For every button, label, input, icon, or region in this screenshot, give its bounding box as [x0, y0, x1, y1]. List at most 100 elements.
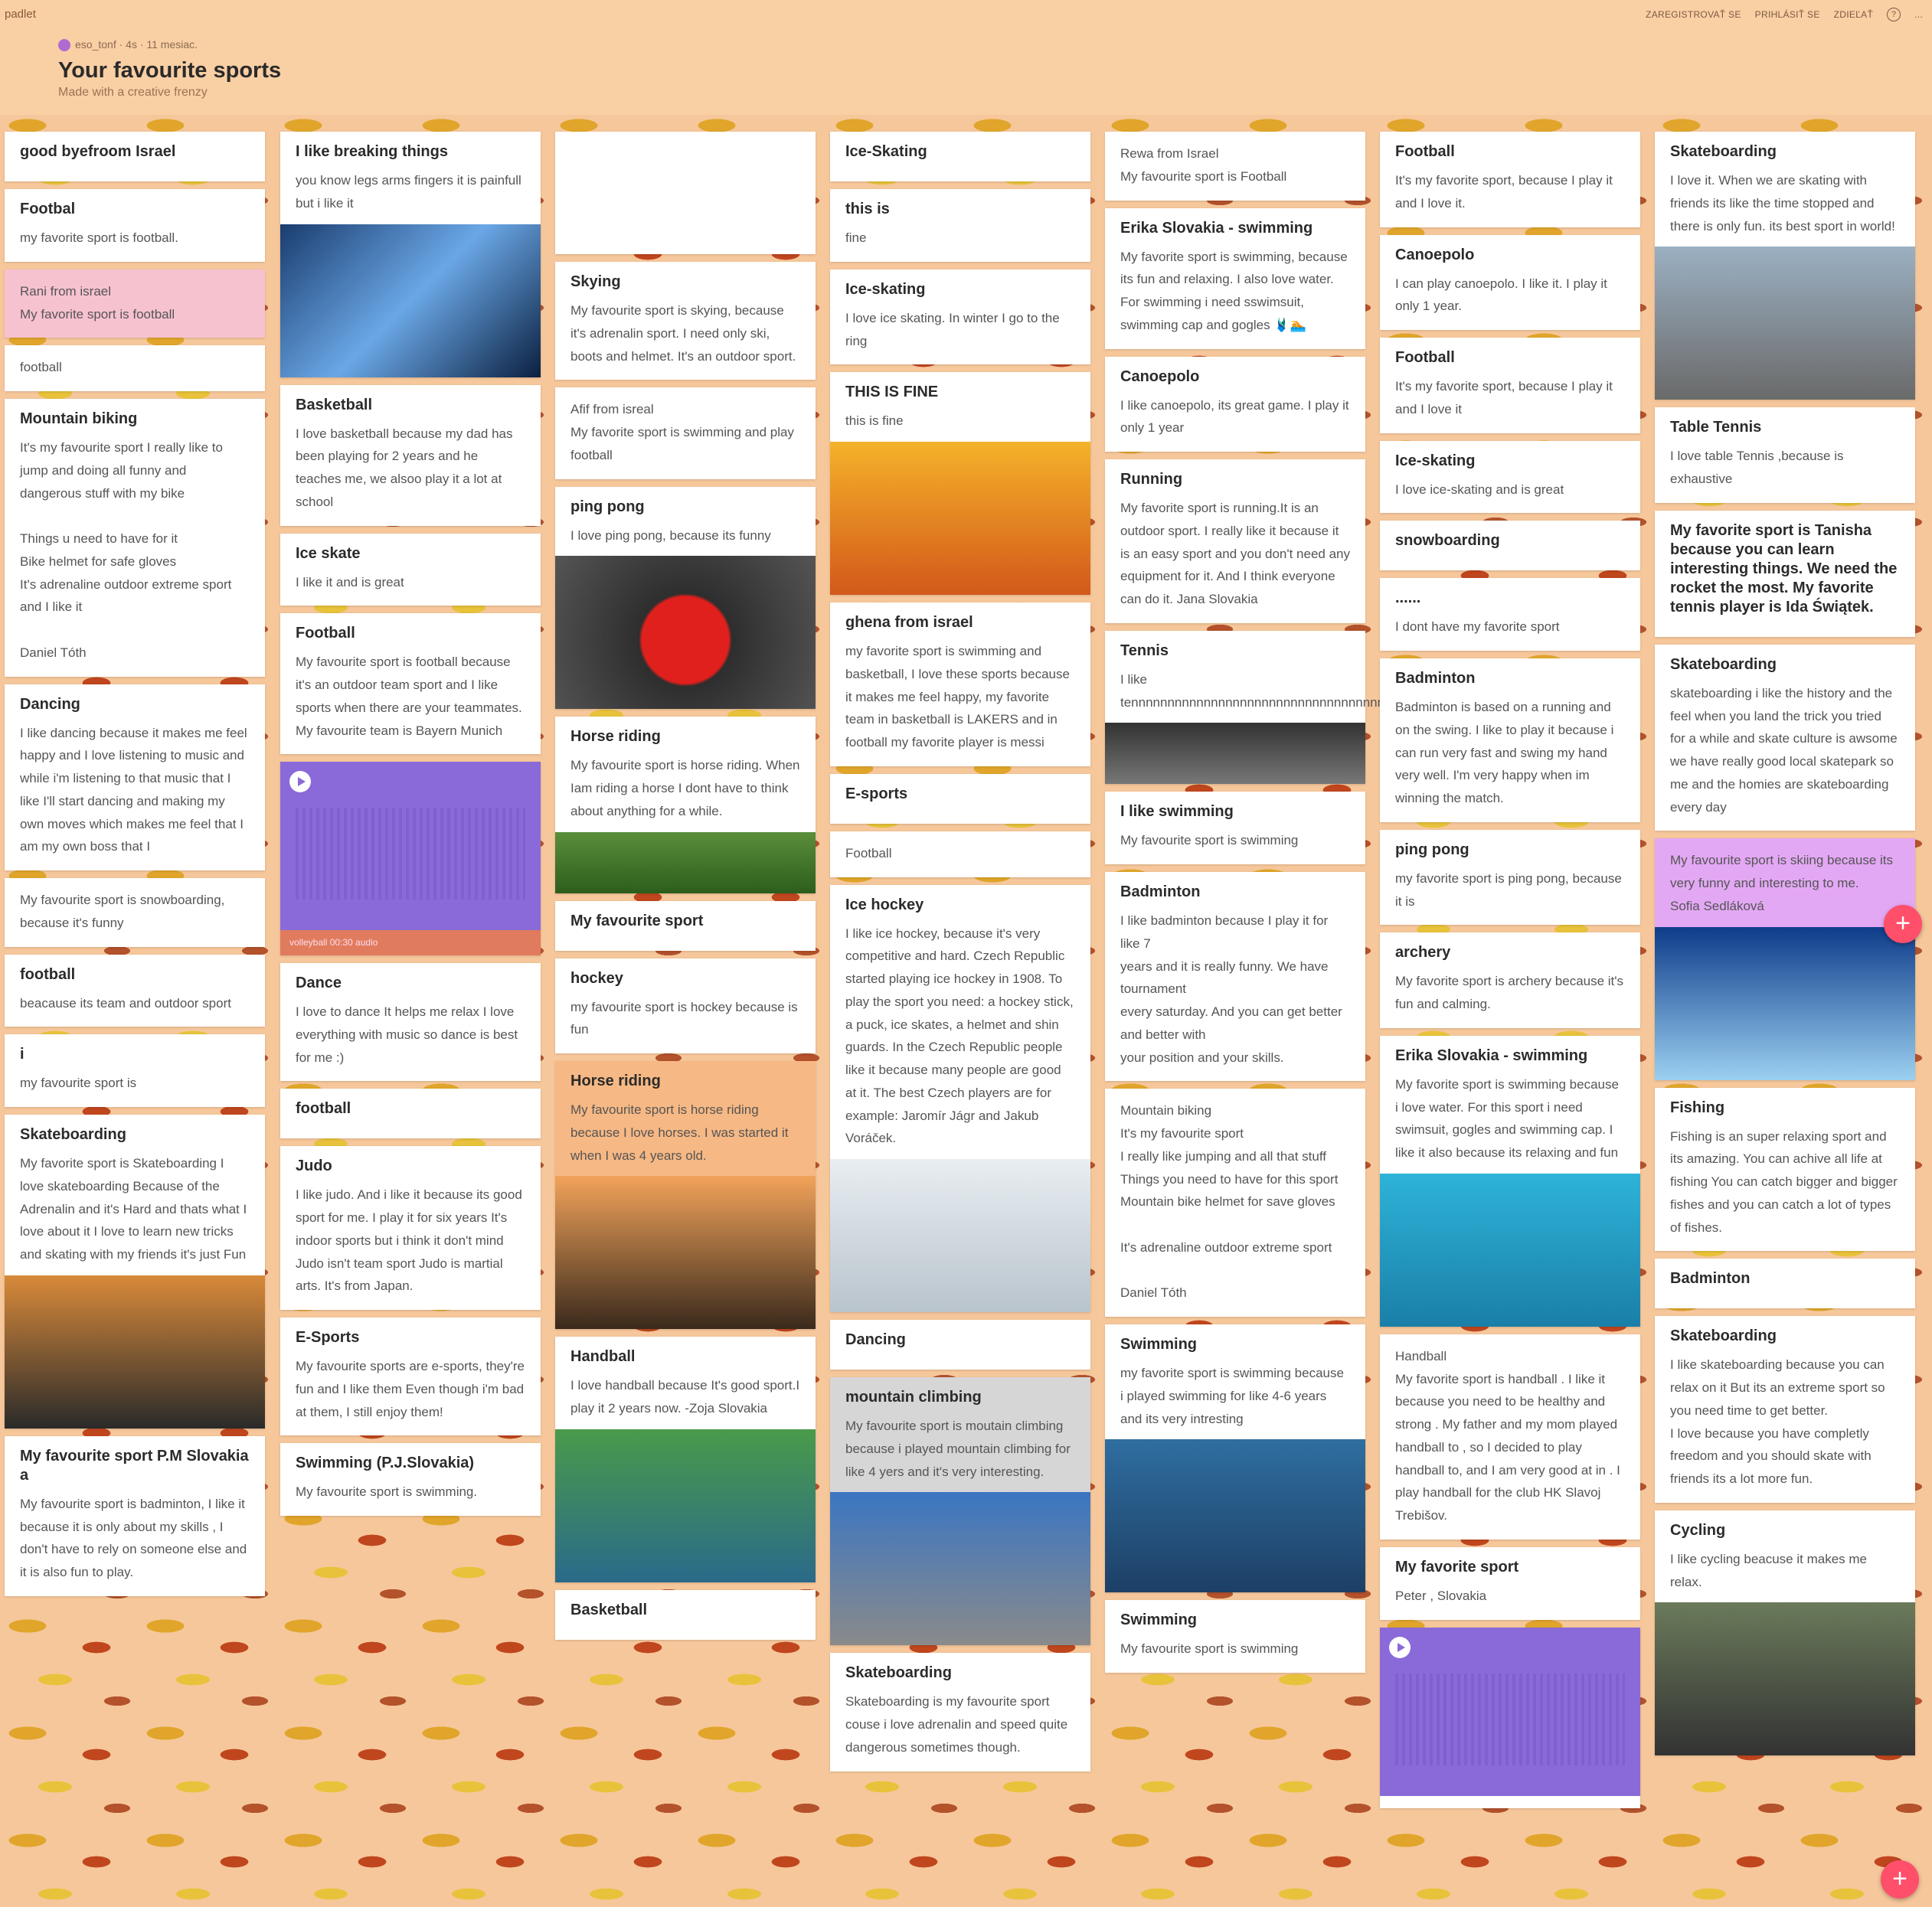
post-card[interactable]: Football My favourite sport is football b… — [280, 613, 541, 755]
post-image[interactable] — [830, 1159, 1090, 1312]
post-card[interactable]: good byefroom Israel — [5, 132, 265, 181]
post-image[interactable] — [1105, 723, 1365, 785]
post-card[interactable]: Erika Slovakia - swimming My favorite spo… — [1105, 207, 1365, 349]
post-card[interactable]: Skateboarding skateboarding i like the hi… — [1655, 644, 1915, 831]
login-link[interactable]: PRIHLÁSIŤ SE — [1755, 9, 1820, 20]
post-card[interactable]: football — [5, 345, 265, 391]
post-card[interactable]: My favourite sport is skiing because its… — [1655, 838, 1915, 1080]
post-card[interactable]: E-Sports My favourite sports are e-sports… — [280, 1318, 541, 1436]
post-card[interactable]: Handball I love handball because It's goo… — [555, 1337, 816, 1582]
post-card[interactable]: Skateboarding My favorite sport is Skateb… — [5, 1115, 265, 1429]
post-image[interactable] — [830, 1492, 1090, 1646]
post-card[interactable]: snowboarding — [1380, 521, 1640, 571]
post-card[interactable]: Skying My favourite sport is skying, beca… — [555, 262, 816, 380]
padlet-logo[interactable]: padlet — [5, 8, 36, 21]
post-image[interactable] — [280, 224, 541, 377]
post-card[interactable]: Ice hockey I like ice hockey, because it'… — [830, 884, 1090, 1312]
post-image[interactable] — [555, 831, 816, 893]
post-card[interactable]: Footbal my favorite sport is football. — [5, 189, 265, 262]
post-card[interactable]: Rani from israel My favorite sport is fo… — [5, 269, 265, 338]
post-card[interactable]: Dance I love to dance It helps me relax I… — [280, 963, 541, 1082]
post-card[interactable]: My favorite sport is Tanisha because you… — [1655, 510, 1915, 637]
help-icon[interactable]: ? — [1887, 8, 1901, 21]
post-card[interactable]: Swimming My favourite sport is swimming — [1105, 1600, 1365, 1673]
post-card[interactable]: My favourite sport P.M Slovakia a My favo… — [5, 1435, 265, 1596]
post-card[interactable]: Canoepolo I can play canoepolo. I like it… — [1380, 234, 1640, 330]
post-card[interactable]: Table Tennis I love table Tennis ,because… — [1655, 407, 1915, 503]
post-card[interactable]: Football — [830, 831, 1090, 877]
post-card[interactable]: Fishing Fishing is an super relaxing spor… — [1655, 1087, 1915, 1252]
post-card[interactable]: Basketball — [555, 1589, 816, 1640]
play-icon[interactable] — [289, 771, 311, 793]
post-card[interactable]: ping pong I love ping pong, because its f… — [555, 486, 816, 710]
post-card[interactable]: Afif from isreal My favorite sport is sw… — [555, 387, 816, 479]
post-card[interactable]: E-sports — [830, 773, 1090, 824]
more-icon[interactable]: ... — [1914, 9, 1923, 20]
post-card[interactable]: Handball My favorite sport is handball .… — [1380, 1334, 1640, 1540]
post-card[interactable]: hockey my favourite sport is hockey becau… — [555, 958, 816, 1053]
post-image[interactable] — [555, 1176, 816, 1330]
post-card[interactable]: Mountain biking It's my favourite sport I… — [5, 399, 265, 677]
post-card[interactable]: this is fine — [830, 189, 1090, 262]
post-image[interactable] — [555, 556, 816, 710]
post-card[interactable]: football beacause its team and outdoor sp… — [5, 954, 265, 1027]
post-card[interactable]: THIS IS FINE this is fine — [830, 372, 1090, 595]
post-card[interactable]: I like breaking things you know legs arms… — [280, 132, 541, 377]
add-post-button-bottom[interactable]: + — [1881, 1860, 1919, 1899]
share-link[interactable]: ZDIEĽAŤ — [1834, 9, 1873, 20]
post-card[interactable]: Ice-skating I love ice skating. In winter… — [830, 269, 1090, 365]
post-card[interactable]: Badminton Badminton is based on a running… — [1380, 658, 1640, 822]
post-card[interactable]: Swimming my favorite sport is swimming be… — [1105, 1324, 1365, 1593]
post-card[interactable]: Ice-Skating — [830, 132, 1090, 181]
post-card[interactable]: Badminton I like badminton because I play… — [1105, 872, 1365, 1082]
post-card[interactable]: I like swimming My favourite sport is swi… — [1105, 792, 1365, 864]
post-card[interactable] — [1380, 1627, 1640, 1808]
post-image[interactable] — [1105, 1439, 1365, 1593]
post-card[interactable]: volleyball 00:30 audio — [280, 762, 541, 956]
post-card[interactable]: Football It's my favorite sport, because … — [1380, 338, 1640, 433]
post-card[interactable]: Horse riding My favourite sport is horse … — [555, 717, 816, 893]
post-card[interactable]: ghena from israel my favorite sport is sw… — [830, 602, 1090, 766]
post-card[interactable]: football — [280, 1089, 541, 1139]
post-card[interactable]: My favorite sport Peter , Slovakia — [1380, 1546, 1640, 1620]
post-card[interactable]: Running My favorite sport is running.It i… — [1105, 459, 1365, 623]
post-card[interactable]: Rewa from Israel My favourite sport is F… — [1105, 132, 1365, 201]
post-image[interactable] — [555, 1429, 816, 1582]
post-card[interactable]: Dancing I like dancing because it makes m… — [5, 684, 265, 870]
post-card[interactable]: i my favourite sport is — [5, 1034, 265, 1107]
post-image[interactable] — [1655, 247, 1915, 400]
post-image[interactable] — [1655, 926, 1915, 1080]
post-image[interactable] — [1380, 1173, 1640, 1327]
post-card[interactable]: Cycling I like cycling beacuse it makes m… — [1655, 1510, 1915, 1756]
post-card[interactable]: Skateboarding I like skateboarding becaus… — [1655, 1316, 1915, 1503]
post-card[interactable]: Dancing — [830, 1320, 1090, 1370]
post-card[interactable]: Horse riding My favourite sport is horse … — [555, 1061, 816, 1330]
post-card[interactable]: Skateboarding Skateboarding is my favouri… — [830, 1653, 1090, 1771]
post-card[interactable]: Swimming (P.J.Slovakia) My favourite spor… — [280, 1443, 541, 1517]
post-image[interactable] — [5, 1275, 265, 1429]
post-card[interactable]: Ice skate I like it and is great — [280, 533, 541, 606]
post-card[interactable]: ...... I dont have my favorite sport — [1380, 578, 1640, 651]
post-image[interactable] — [830, 442, 1090, 595]
play-icon[interactable] — [1389, 1636, 1411, 1658]
post-image[interactable] — [1655, 1602, 1915, 1756]
signup-link[interactable]: ZAREGISTROVAŤ SE — [1646, 9, 1741, 20]
post-card[interactable]: My favourite sport is snowboarding, beca… — [5, 878, 265, 947]
post-card[interactable]: ping pong my favorite sport is ping pong,… — [1380, 829, 1640, 926]
add-post-button[interactable]: + — [1884, 905, 1922, 943]
post-card[interactable]: archery My favorite sport is archery beca… — [1380, 932, 1640, 1028]
post-card[interactable] — [555, 132, 816, 254]
post-card[interactable]: Erika Slovakia - swimming My favorite spo… — [1380, 1035, 1640, 1327]
post-card[interactable]: Canoepolo I like canoepolo, its great gam… — [1105, 356, 1365, 452]
post-card[interactable]: Badminton — [1655, 1259, 1915, 1309]
post-card[interactable]: Ice-skating I love ice-skating and is gre… — [1380, 440, 1640, 514]
audio-player[interactable] — [280, 762, 541, 931]
post-card[interactable]: Mountain biking It's my favourite sport … — [1105, 1089, 1365, 1317]
post-card[interactable]: My favourite sport — [555, 900, 816, 951]
post-card[interactable]: Tennis I like tennnnnnnnnnnnnnnnnnnnnnnnn… — [1105, 630, 1473, 785]
post-card[interactable]: Judo I like judo. And i like it because i… — [280, 1146, 541, 1311]
post-card[interactable]: Football It's my favorite sport, because … — [1380, 132, 1640, 227]
post-card[interactable]: mountain climbing My favourite sport is m… — [830, 1377, 1090, 1646]
avatar[interactable] — [58, 39, 70, 52]
post-card[interactable]: Skateboarding I love it. When we are skat… — [1655, 132, 1915, 400]
